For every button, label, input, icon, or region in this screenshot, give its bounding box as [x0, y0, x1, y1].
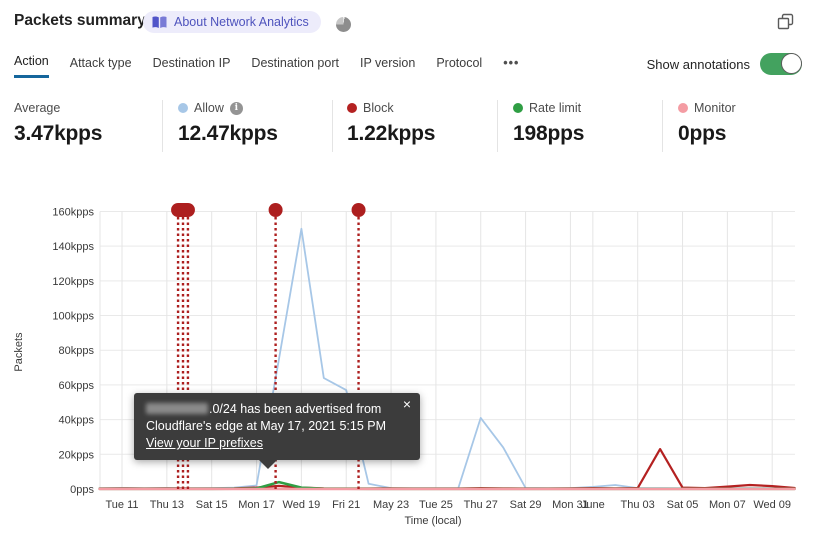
tab-ip-version[interactable]: IP version — [360, 54, 415, 78]
stat-divider — [332, 100, 333, 152]
book-icon — [152, 15, 167, 28]
tab-destination-port[interactable]: Destination port — [251, 54, 339, 78]
stat-monitor: Monitor 0pps — [678, 100, 736, 146]
x-tick-label: Fri 21 — [332, 499, 360, 511]
y-tick-label: 100kpps — [52, 311, 94, 323]
about-network-analytics-badge[interactable]: About Network Analytics — [143, 11, 321, 33]
x-tick-label: May 23 — [373, 499, 409, 511]
stat-value: 0pps — [678, 122, 727, 145]
stat-label: Monitor — [694, 101, 736, 115]
annotation-marker[interactable] — [351, 203, 366, 217]
x-tick-label: Thu 13 — [150, 499, 184, 511]
x-tick-label: Wed 19 — [283, 499, 321, 511]
stat-label: Rate limit — [529, 101, 582, 115]
stat-divider — [497, 100, 498, 152]
tab-action[interactable]: Action — [14, 54, 49, 78]
x-tick-label: Sat 15 — [196, 499, 228, 511]
x-tick-label: Tue 25 — [419, 499, 453, 511]
x-tick-label: Wed 09 — [753, 499, 791, 511]
y-tick-label: 160kpps — [52, 206, 94, 218]
tooltip-line-2: Cloudflare's edge at May 17, 2021 5:15 P… — [146, 419, 387, 433]
pie-progress-icon[interactable] — [336, 17, 351, 32]
x-tick-label: Thu 03 — [621, 499, 655, 511]
show-annotations-toggle[interactable] — [760, 53, 802, 75]
x-tick-label: Sat 05 — [667, 499, 699, 511]
tooltip-caret — [259, 460, 277, 469]
stat-average: Average 3.47kpps — [14, 100, 102, 146]
stat-rate-limit: Rate limit 198pps — [513, 100, 584, 146]
y-tick-label: 20kpps — [59, 449, 95, 461]
about-badge-label: About Network Analytics — [174, 15, 309, 29]
stat-value: 1.22kpps — [347, 122, 436, 145]
stat-value: 3.47kpps — [14, 122, 103, 145]
annotation-marker[interactable] — [171, 203, 195, 217]
stat-label: Allow — [194, 101, 224, 115]
tooltip-line-1: .0/24 has been advertised from — [146, 401, 408, 418]
page-title: Packets summary — [14, 12, 146, 29]
rate-limit-legend-dot — [513, 103, 523, 113]
y-tick-label: 140kpps — [52, 241, 94, 253]
y-tick-label: 80kpps — [59, 345, 95, 357]
view-ip-prefixes-link[interactable]: View your IP prefixes — [146, 436, 263, 450]
close-icon[interactable]: × — [403, 397, 411, 411]
stat-block: Block 1.22kpps — [347, 100, 435, 146]
stat-divider — [162, 100, 163, 152]
x-axis-title: Time (local) — [404, 515, 461, 527]
show-annotations-label: Show annotations — [646, 56, 750, 72]
x-tick-label: Tue 11 — [106, 499, 139, 511]
allow-legend-dot — [178, 103, 188, 113]
tab-attack-type[interactable]: Attack type — [70, 54, 132, 78]
x-tick-label: June — [581, 499, 605, 511]
monitor-legend-dot — [678, 103, 688, 113]
redacted-ip-prefix — [146, 403, 208, 414]
y-tick-label: 0pps — [70, 484, 94, 496]
annotation-tooltip: × .0/24 has been advertised from Cloudfl… — [134, 393, 420, 469]
packets-summary-panel: 160kpps 140kpps 120kpps 100kpps 80kpps 60kpps… — [0, 0, 816, 545]
stat-label: Average — [14, 101, 61, 115]
toggle-knob — [781, 53, 802, 74]
y-tick-label: 120kpps — [52, 276, 94, 288]
breakdown-tabs: Action Attack type Destination IP Destin… — [14, 54, 519, 78]
x-tick-label: Mon 17 — [238, 499, 275, 511]
tab-destination-ip[interactable]: Destination IP — [153, 54, 231, 78]
stat-divider — [662, 100, 663, 152]
stat-value: 198pps — [513, 122, 585, 145]
annotation-marker[interactable] — [268, 203, 283, 217]
block-legend-dot — [347, 103, 357, 113]
x-tick-label: Sat 29 — [510, 499, 542, 511]
packets-time-series-chart[interactable]: 160kpps 140kpps 120kpps 100kpps 80kpps 60kpps… — [0, 0, 816, 545]
x-tick-label: Thu 27 — [464, 499, 498, 511]
stat-value: 12.47kpps — [178, 122, 278, 145]
y-tick-label: 60kpps — [59, 380, 95, 392]
restore-window-icon[interactable] — [777, 13, 794, 30]
stat-label: Block — [363, 101, 394, 115]
y-tick-label: 40kpps — [59, 415, 95, 427]
info-icon[interactable]: i — [229, 101, 243, 115]
stat-allow: Allow i 12.47kpps — [178, 100, 278, 146]
more-tabs-icon[interactable]: ••• — [503, 54, 519, 78]
x-tick-label: Mon 07 — [709, 499, 746, 511]
y-axis-title: Packets — [13, 332, 25, 372]
tab-protocol[interactable]: Protocol — [436, 54, 482, 78]
